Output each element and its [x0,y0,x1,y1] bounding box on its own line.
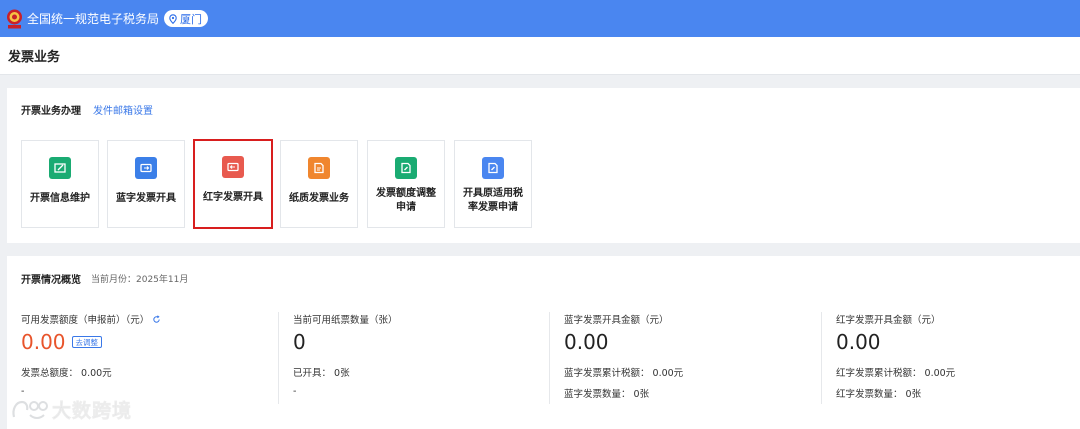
tile-red-invoice-issue[interactable]: 红字发票开具 [193,139,273,229]
stat-value: 0 [293,330,306,354]
stat-detail: 已开具： 0张 [293,368,350,379]
region-label: 厦门 [180,12,203,26]
stat-red-invoice-amount: 红字发票开具金额（元） 0.00 红字发票累计税额： 0.00元 红字发票数量：… [836,312,955,404]
stat-value: 0.00 [21,330,66,354]
stat-label: 蓝字发票开具金额（元） [564,315,669,326]
tile-label: 开票信息维护 [30,193,90,204]
watermark-logo-icon [12,400,48,419]
stat-detail: 蓝字发票累计税额： 0.00元 [564,368,684,379]
stat-label: 当前可用纸票数量（张） [293,315,398,326]
invoice-ticket-icon [222,156,244,178]
top-bar: 全国统一规范电子税务局 厦门 [0,0,1080,37]
divider [549,312,550,404]
invoice-overview-card: 开票情况概览 当前月份：2025年11月 可用发票额度（申报前）（元） 0.00… [7,256,1080,429]
stat-blue-invoice-amount: 蓝字发票开具金额（元） 0.00 蓝字发票累计税额： 0.00元 蓝字发票数量：… [564,312,683,404]
paper-invoice-icon [308,157,330,179]
edit-frame-icon [49,157,71,179]
stat-paper-invoice-count: 当前可用纸票数量（张） 0 已开具： 0张 - [293,312,398,404]
tile-blue-invoice-issue[interactable]: 蓝字发票开具 [107,140,185,228]
divider [278,312,279,404]
tile-label: 发票额度调整申请 [376,188,436,213]
stat-value: 0.00 [836,330,881,354]
invoice-business-card: 开票业务办理 发件邮箱设置 开票信息维护 蓝字发票开具 红字发票开具 纸质发票业… [7,88,1080,243]
watermark: 大数跨境 [10,396,132,423]
current-month: 当前月份：2025年11月 [91,275,189,285]
tile-label: 蓝字发票开具 [116,193,176,204]
tile-label: 纸质发票业务 [289,193,349,204]
section-title: 开票情况概览 [21,275,81,286]
stat-detail: - [293,386,297,397]
edit-document-icon [482,157,504,179]
stat-detail: 发票总额度： 0.00元 [21,368,112,379]
site-title: 全国统一规范电子税务局 [27,12,160,26]
tax-emblem-icon [6,9,23,29]
adjust-button[interactable]: 去调整 [71,336,103,348]
region-selector[interactable]: 厦门 [164,10,209,27]
watermark-text: 大数跨境 [52,400,133,423]
page-header: 发票业务 [0,37,1080,75]
refresh-icon[interactable] [152,314,161,324]
stat-label: 可用发票额度（申报前）（元） [21,315,150,326]
invoice-ticket-icon [135,157,157,179]
divider [821,312,822,404]
stat-detail: 红字发票累计税额： 0.00元 [836,368,956,379]
location-pin-icon [169,13,177,24]
section-title: 开票业务办理 [21,106,81,117]
tile-quota-adjust[interactable]: 发票额度调整申请 [367,140,445,228]
page-title: 发票业务 [8,50,61,65]
mail-settings-link[interactable]: 发件邮箱设置 [93,102,153,117]
stat-value: 0.00 [564,330,609,354]
edit-document-icon [395,157,417,179]
tile-original-rate-invoice[interactable]: 开具原适用税率发票申请 [454,140,532,228]
tile-label: 红字发票开具 [203,192,263,203]
tile-paper-invoice[interactable]: 纸质发票业务 [280,140,358,228]
tile-label: 开具原适用税率发票申请 [463,188,523,213]
invoice-section-header: 开票业务办理 发件邮箱设置 [21,102,153,117]
stat-label: 红字发票开具金额（元） [836,315,941,326]
tile-invoice-info-maintenance[interactable]: 开票信息维护 [21,140,99,228]
overview-header: 开票情况概览 当前月份：2025年11月 [21,271,188,286]
stat-detail: 红字发票数量： 0张 [836,389,922,400]
stat-available-quota: 可用发票额度（申报前）（元） 0.00 去调整 发票总额度： 0.00元 - [21,312,161,404]
stat-detail: 蓝字发票数量： 0张 [564,389,650,400]
